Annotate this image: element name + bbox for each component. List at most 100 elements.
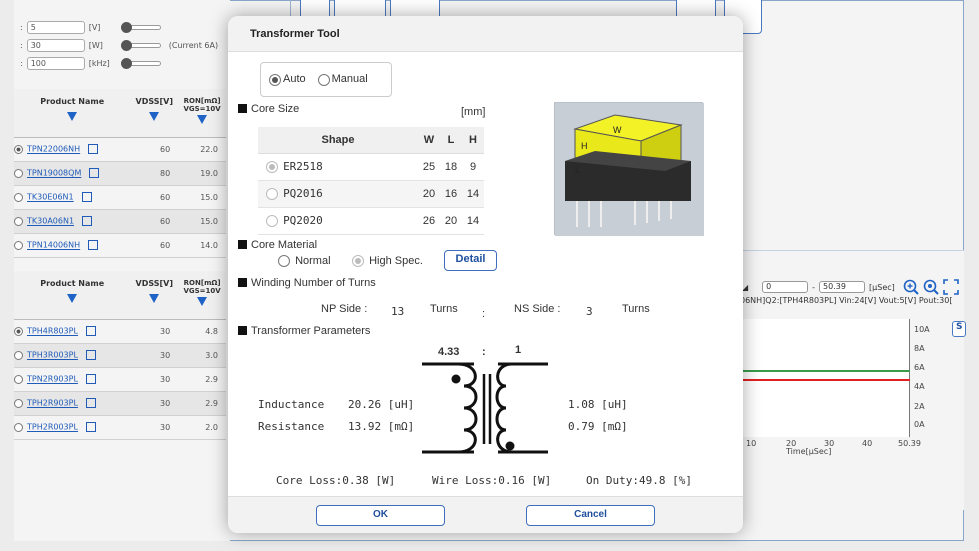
table-row[interactable]: TK30E06N1 60 15.0 bbox=[14, 185, 226, 210]
table-row[interactable]: PQ2016 20 16 14 bbox=[258, 180, 484, 208]
auto-radio[interactable] bbox=[269, 73, 281, 86]
row-radio[interactable] bbox=[14, 216, 23, 226]
ok-button[interactable]: OK bbox=[316, 505, 445, 526]
table-row[interactable]: TK30A06N1 60 15.0 bbox=[14, 209, 226, 234]
high-spec-radio[interactable] bbox=[352, 255, 364, 268]
external-link-icon[interactable] bbox=[85, 422, 96, 432]
detail-button[interactable]: Detail bbox=[444, 250, 497, 271]
voltage-input[interactable]: 5 bbox=[26, 20, 85, 34]
product-link[interactable]: TPN22006NH bbox=[27, 145, 80, 154]
material-high-spec[interactable]: High Spec. bbox=[352, 255, 423, 268]
product-link[interactable]: TPH3R003PL bbox=[27, 351, 78, 360]
product-link[interactable]: TK30A06N1 bbox=[27, 217, 74, 226]
sort-arrow-icon[interactable] bbox=[149, 112, 160, 121]
waveform-panel: ◢ 0 - 50.39 [μSec] 06NH]Q2:[TPH4R803PL] … bbox=[740, 250, 966, 510]
row-radio[interactable] bbox=[14, 144, 23, 154]
product-link[interactable]: TPN2R903PL bbox=[27, 375, 78, 384]
y-tick: 0A bbox=[914, 420, 925, 429]
sort-arrow-icon[interactable] bbox=[149, 294, 160, 303]
power-input[interactable]: 30 bbox=[26, 38, 85, 52]
table-row[interactable]: TPH2R903PL 30 2.9 bbox=[14, 391, 226, 416]
external-link-icon[interactable] bbox=[89, 168, 100, 178]
frequency-input[interactable]: 100 bbox=[26, 56, 85, 70]
table-row[interactable]: ER2518 25 18 9 bbox=[258, 153, 484, 181]
col-product-name[interactable]: Product Name bbox=[14, 89, 131, 138]
normal-radio[interactable] bbox=[278, 255, 290, 268]
ns-side-label: NS Side : bbox=[514, 303, 561, 315]
winding-heading: Winding Number of Turns bbox=[238, 277, 376, 289]
turns-separator: : bbox=[482, 308, 486, 320]
row-radio[interactable] bbox=[14, 192, 23, 202]
table-row[interactable]: TPH4R803PL 30 4.8 bbox=[14, 319, 226, 344]
external-link-icon[interactable] bbox=[81, 192, 92, 202]
x-axis-label: Time[μSec] bbox=[786, 447, 832, 456]
shape-radio[interactable] bbox=[266, 215, 278, 228]
np-side-value: 13 bbox=[391, 305, 405, 318]
row-radio[interactable] bbox=[14, 168, 23, 178]
range-start-input[interactable]: 0 bbox=[762, 281, 809, 293]
table-row[interactable]: TPH2R003PL 30 2.0 bbox=[14, 415, 226, 440]
external-link-icon[interactable] bbox=[85, 398, 96, 408]
waveform-lines bbox=[740, 370, 910, 381]
side-button[interactable]: S bbox=[952, 321, 966, 337]
table-row[interactable]: TPN14006NH 60 14.0 bbox=[14, 233, 226, 258]
zoom-reset-icon[interactable] bbox=[923, 279, 939, 295]
table-row[interactable]: TPN2R903PL 30 2.9 bbox=[14, 367, 226, 392]
ns-side-value: 3 bbox=[586, 305, 593, 318]
voltage-slider[interactable] bbox=[117, 22, 161, 33]
fullscreen-icon[interactable] bbox=[942, 279, 959, 295]
col-ron[interactable]: RON[mΩ] VGS=10V bbox=[178, 271, 226, 320]
col-ron[interactable]: RON[mΩ] VGS=10V bbox=[178, 89, 226, 138]
external-link-icon[interactable] bbox=[82, 216, 93, 226]
ns-turns-label: Turns bbox=[622, 303, 650, 315]
turns-ratio-colon: : bbox=[482, 346, 486, 358]
row-radio[interactable] bbox=[14, 422, 23, 432]
row-radio[interactable] bbox=[14, 398, 23, 408]
shape-radio[interactable] bbox=[266, 188, 278, 201]
image-label-h: H bbox=[581, 141, 588, 151]
param-row-voltage: : 5 [V] bbox=[20, 20, 161, 34]
row-radio[interactable] bbox=[14, 374, 23, 384]
product-link[interactable]: TPH4R803PL bbox=[27, 327, 78, 336]
cancel-button[interactable]: Cancel bbox=[526, 505, 655, 526]
secondary-resistance: 0.79 [mΩ] bbox=[568, 420, 628, 433]
external-link-icon[interactable] bbox=[85, 350, 96, 360]
col-vdss[interactable]: VDSS[V] bbox=[130, 271, 179, 320]
sort-arrow-icon[interactable] bbox=[67, 294, 78, 303]
product-link[interactable]: TPH2R903PL bbox=[27, 399, 78, 408]
col-vdss[interactable]: VDSS[V] bbox=[130, 89, 179, 138]
col-product-name[interactable]: Product Name bbox=[14, 271, 131, 320]
sort-arrow-icon[interactable] bbox=[67, 112, 78, 121]
table-row[interactable]: TPN22006NH 60 22.0 bbox=[14, 137, 226, 162]
table-row[interactable]: PQ2020 26 20 14 bbox=[258, 207, 484, 235]
table-row[interactable]: TPN19008QM 80 19.0 bbox=[14, 161, 226, 186]
product-link[interactable]: TPN14006NH bbox=[27, 241, 80, 250]
product-link[interactable]: TPH2R003PL bbox=[27, 423, 78, 432]
shape-radio[interactable] bbox=[266, 161, 278, 174]
product-link[interactable]: TPN19008QM bbox=[27, 169, 81, 178]
external-link-icon[interactable] bbox=[88, 240, 99, 250]
range-end-input[interactable]: 50.39 bbox=[819, 281, 866, 293]
transformer-tool-dialog: Transformer Tool Auto Manual Core Size [… bbox=[228, 16, 743, 533]
sort-arrow-icon[interactable] bbox=[197, 115, 208, 124]
power-slider[interactable] bbox=[117, 40, 161, 51]
zoom-in-icon[interactable] bbox=[903, 279, 919, 295]
row-radio[interactable] bbox=[14, 350, 23, 360]
manual-radio[interactable] bbox=[317, 73, 330, 86]
material-normal[interactable]: Normal bbox=[278, 255, 331, 268]
image-label-w: W bbox=[613, 125, 622, 135]
sort-arrow-icon[interactable] bbox=[197, 297, 208, 306]
row-radio[interactable] bbox=[14, 326, 23, 336]
mode-manual[interactable]: Manual bbox=[317, 73, 368, 86]
external-link-icon[interactable] bbox=[88, 144, 99, 154]
row-radio[interactable] bbox=[14, 240, 23, 250]
mode-auto[interactable]: Auto bbox=[269, 73, 306, 86]
table-row[interactable]: TPH3R003PL 30 3.0 bbox=[14, 343, 226, 368]
np-side-label: NP Side : bbox=[321, 303, 368, 315]
frequency-slider[interactable] bbox=[117, 58, 161, 69]
core-image: W H L bbox=[554, 102, 704, 236]
external-link-icon[interactable] bbox=[85, 374, 96, 384]
external-link-icon[interactable] bbox=[85, 326, 96, 336]
x-tick: 40 bbox=[862, 439, 873, 448]
product-link[interactable]: TK30E06N1 bbox=[27, 193, 74, 202]
